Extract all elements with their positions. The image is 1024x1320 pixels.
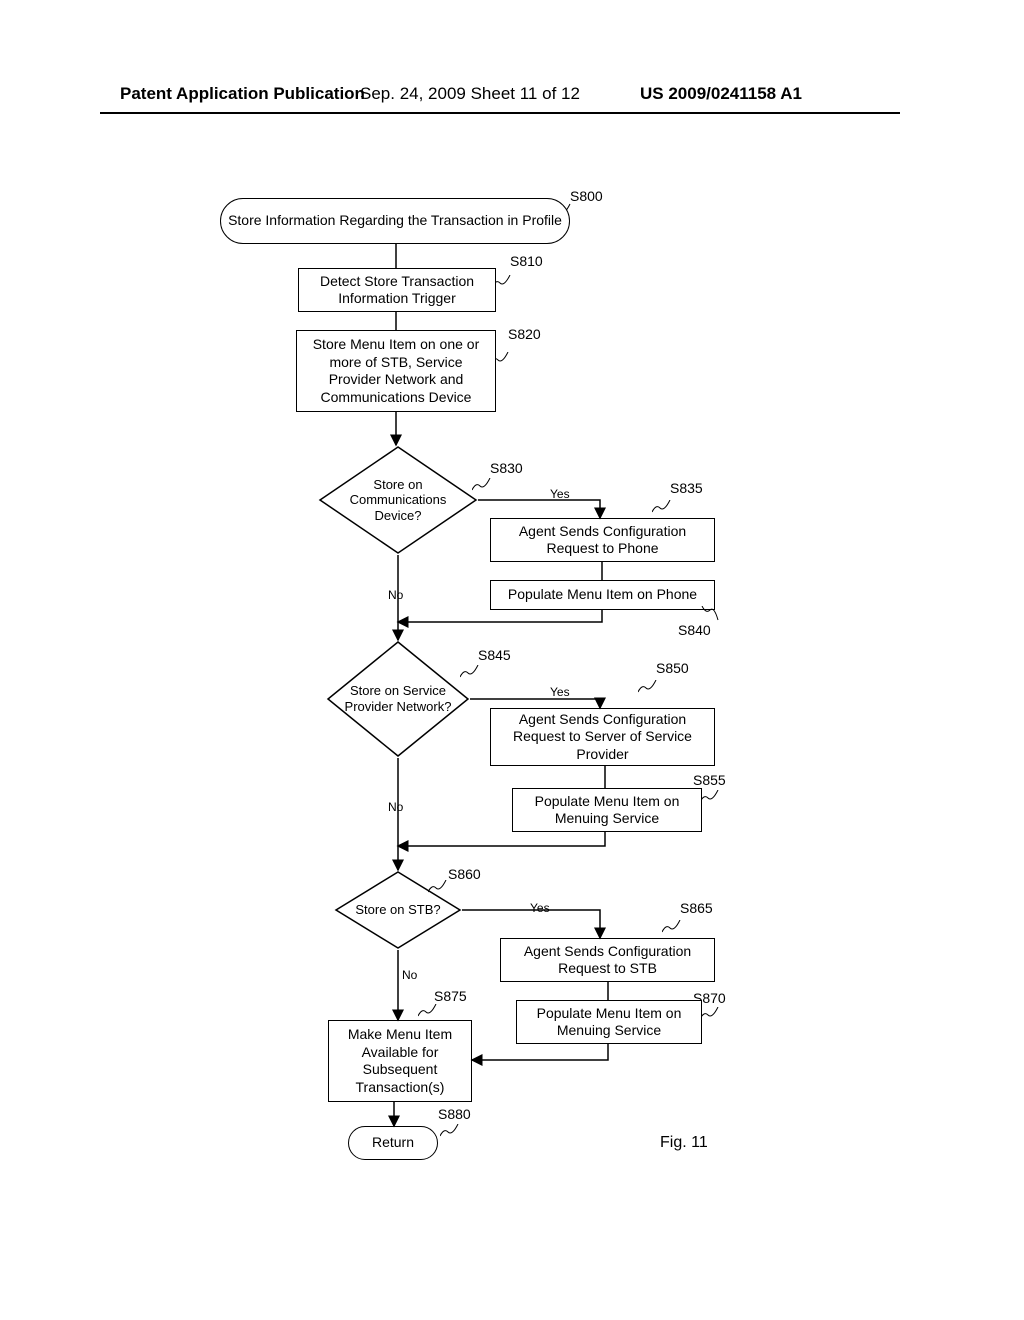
flow-process-s870: Populate Menu Item on Menuing Service <box>516 1000 702 1044</box>
flow-process-s855: Populate Menu Item on Menuing Service <box>512 788 702 832</box>
edge-yes-s845: Yes <box>550 685 570 699</box>
leader-s845 <box>460 665 480 679</box>
flow-process-s820: Store Menu Item on one or more of STB, S… <box>296 330 496 412</box>
ref-s800: S800 <box>570 188 603 204</box>
ref-s810: S810 <box>510 253 543 269</box>
leader-s830 <box>472 478 492 492</box>
leader-s840 <box>700 606 720 624</box>
figure-label: Fig. 11 <box>660 1134 708 1152</box>
ref-s820: S820 <box>508 326 541 342</box>
flow-decision-s830: Store on Communications Device? <box>318 445 478 555</box>
flow-process-s865: Agent Sends Configuration Request to STB <box>500 938 715 982</box>
ref-s835: S835 <box>670 480 703 496</box>
flow-decision-s845-text: Store on Service Provider Network? <box>326 640 470 758</box>
flow-process-s840: Populate Menu Item on Phone <box>490 580 715 610</box>
ref-s860: S860 <box>448 866 481 882</box>
ref-s850: S850 <box>656 660 689 676</box>
ref-s840: S840 <box>678 622 711 638</box>
flow-process-s835: Agent Sends Configuration Request to Pho… <box>490 518 715 562</box>
flow-terminator-return: Return <box>348 1126 438 1160</box>
flow-decision-s845: Store on Service Provider Network? <box>326 640 470 758</box>
page: Patent Application Publication Sep. 24, … <box>0 0 1024 1320</box>
leader-s870 <box>700 1007 720 1021</box>
ref-s875: S875 <box>434 988 467 1004</box>
flow-process-s810: Detect Store Transaction Information Tri… <box>298 268 496 312</box>
leader-s850 <box>638 680 658 694</box>
leader-s875 <box>418 1004 438 1018</box>
flow-start-s800: Store Information Regarding the Transact… <box>220 198 570 244</box>
ref-s830: S830 <box>490 460 523 476</box>
ref-s845: S845 <box>478 647 511 663</box>
header-middle: Sep. 24, 2009 Sheet 11 of 12 <box>360 84 580 104</box>
flow-decision-s830-text: Store on Communications Device? <box>318 445 478 555</box>
ref-s865: S865 <box>680 900 713 916</box>
header-left: Patent Application Publication <box>120 84 365 104</box>
leader-s855 <box>700 790 720 804</box>
leader-s835 <box>652 500 672 514</box>
edge-no-s860: No <box>402 968 417 982</box>
ref-s855: S855 <box>693 772 726 788</box>
header-rule <box>100 112 900 114</box>
flow-process-s850: Agent Sends Configuration Request to Ser… <box>490 708 715 766</box>
edge-yes-s860: Yes <box>530 901 550 915</box>
flow-process-s875: Make Menu Item Available for Subsequent … <box>328 1020 472 1102</box>
edge-yes-s830: Yes <box>550 487 570 501</box>
leader-s860 <box>428 880 448 894</box>
header-right: US 2009/0241158 A1 <box>640 84 802 104</box>
edge-no-s830: No <box>388 588 403 602</box>
leader-s880 <box>440 1124 460 1138</box>
ref-s880: S880 <box>438 1106 471 1122</box>
edge-no-s845: No <box>388 800 403 814</box>
leader-s865 <box>662 920 682 934</box>
